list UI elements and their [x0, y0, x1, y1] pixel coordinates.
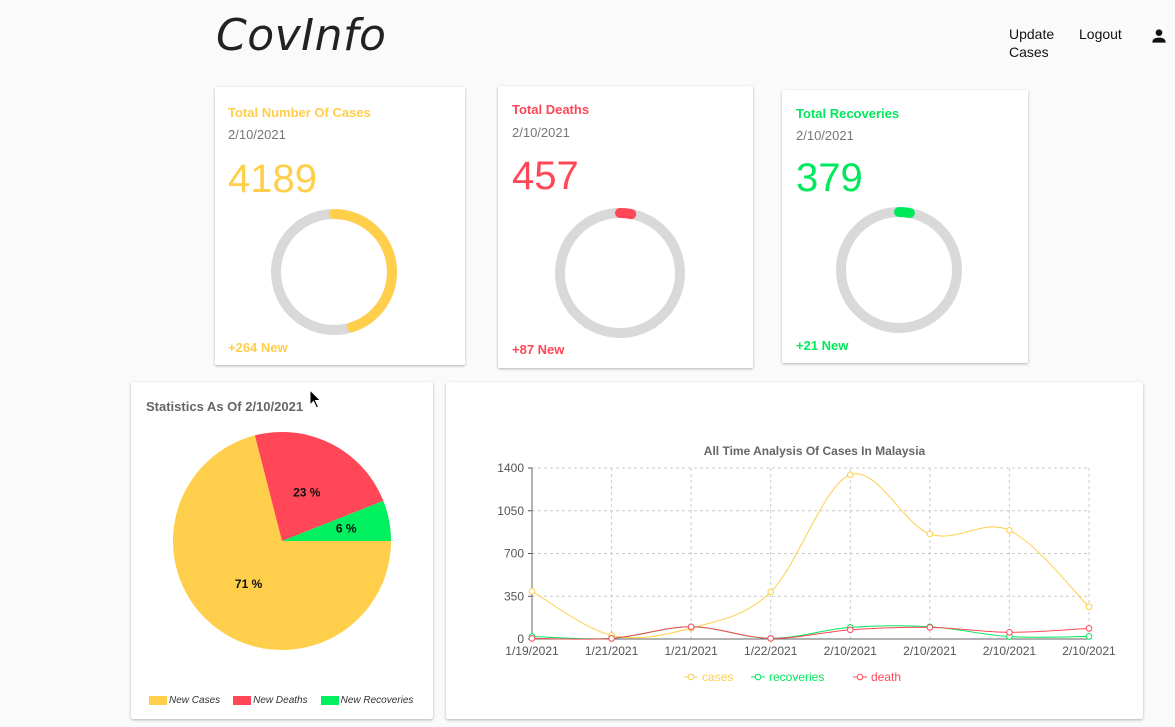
- data-point-cases: [926, 530, 934, 538]
- person-icon[interactable]: [1149, 26, 1169, 46]
- progress-ring-track: [836, 207, 962, 333]
- x-tick-label: 1/22/2021: [744, 644, 798, 658]
- y-tick-label: 350: [504, 589, 524, 603]
- legend-swatch: [320, 696, 339, 705]
- x-tick-label: 1/19/2021: [505, 644, 559, 658]
- app-logo[interactable]: CovInfo: [216, 10, 386, 61]
- data-point-death: [687, 623, 695, 631]
- legend-label-recoveries: recoveries: [769, 670, 824, 684]
- update-cases-label-line2: Cases: [1009, 44, 1049, 60]
- card-date: 2/10/2021: [512, 125, 570, 140]
- x-tick-label: 2/10/2021: [824, 644, 878, 658]
- card-new-count: +264 New: [228, 340, 288, 355]
- legend-swatch: [149, 696, 167, 705]
- x-tick-label: 1/21/2021: [664, 644, 718, 658]
- data-point-cases: [528, 588, 536, 595]
- x-tick-label: 2/10/2021: [983, 644, 1037, 658]
- card-value: 4189: [228, 157, 317, 201]
- series-line-death: [531, 626, 1090, 640]
- series-line-cases: [531, 473, 1090, 639]
- pie-slice-label: 6 %: [336, 522, 357, 536]
- line-chart-title: All Time Analysis Of Cases In Malaysia: [704, 444, 926, 458]
- progress-ring-track: [555, 208, 685, 338]
- update-cases-label-line1: Update: [1009, 26, 1055, 42]
- legend-marker-recoveries: [754, 673, 762, 681]
- card-new-count: +87 New: [512, 342, 565, 357]
- legend-label-death: death: [871, 670, 901, 684]
- analysis-panel: All Time Analysis Of Cases In Malaysia 0 3…: [446, 382, 1143, 719]
- progress-ring: [836, 207, 962, 333]
- card-title: Total Deaths: [512, 102, 590, 117]
- data-point-death: [608, 635, 615, 642]
- logout-link[interactable]: Logout: [1079, 25, 1122, 43]
- data-point-death: [846, 626, 854, 634]
- y-tick-label: 1050: [497, 504, 524, 518]
- data-point-death: [926, 624, 934, 631]
- card-new-count: +21 New: [796, 338, 849, 353]
- pie-slice-label: 23 %: [293, 485, 321, 499]
- card-value: 457: [512, 154, 579, 198]
- data-point-cases: [1006, 526, 1013, 534]
- legend-swatch: [233, 696, 252, 705]
- x-tick-label: 1/21/2021: [585, 644, 639, 658]
- card-value: 379: [796, 156, 863, 200]
- total-cases-card: Total Number Of Cases 2/10/2021 4189 +26…: [215, 87, 465, 365]
- legend-marker-death: [856, 673, 864, 681]
- line-chart: All Time Analysis Of Cases In Malaysia03…: [497, 444, 1116, 684]
- data-point-death: [528, 635, 536, 642]
- legend-label: New Recoveries: [340, 695, 414, 706]
- legend-label: New Cases: [169, 695, 221, 706]
- data-point-recoveries: [1085, 633, 1093, 640]
- card-title: Total Number Of Cases: [228, 105, 371, 120]
- update-cases-link[interactable]: Update Cases: [1009, 25, 1054, 61]
- data-point-cases: [767, 588, 775, 596]
- legend-item-new-deaths[interactable]: New Deaths: [233, 695, 308, 706]
- legend-item-new-cases[interactable]: New Cases: [149, 695, 220, 706]
- pie-chart: 71 % 23 % 6 %: [172, 432, 391, 650]
- progress-ring: [271, 209, 397, 335]
- card-title: Total Recoveries: [796, 106, 900, 121]
- data-point-death: [1006, 628, 1013, 636]
- legend-marker-cases: [687, 673, 695, 681]
- y-tick-label: 700: [504, 547, 524, 561]
- pie-legend: New Cases New Deaths New Recoveries: [149, 695, 426, 706]
- legend-label-cases: cases: [702, 670, 733, 684]
- data-point-cases: [1085, 603, 1093, 611]
- statistics-title: Statistics As Of 2/10/2021: [146, 399, 304, 414]
- x-tick-label: 2/10/2021: [903, 644, 957, 658]
- progress-ring: [555, 208, 685, 338]
- card-date: 2/10/2021: [228, 127, 286, 142]
- data-point-death: [1085, 625, 1093, 632]
- x-tick-label: 2/10/2021: [1062, 644, 1116, 658]
- pie-slice-label: 71 %: [235, 577, 263, 591]
- data-point-death: [767, 635, 775, 642]
- data-point-cases: [846, 471, 854, 479]
- y-tick-label: 1400: [497, 461, 524, 475]
- card-date: 2/10/2021: [796, 128, 854, 143]
- legend-item-new-recoveries[interactable]: New Recoveries: [320, 695, 414, 706]
- statistics-panel: Statistics As Of 2/10/2021 71 % 23 % 6 % N…: [131, 382, 433, 719]
- mouse-cursor-icon: [309, 389, 322, 409]
- legend-label: New Deaths: [253, 695, 308, 706]
- total-recoveries-card: Total Recoveries 2/10/2021 379 +21 New: [782, 90, 1028, 363]
- total-deaths-card: Total Deaths 2/10/2021 457 +87 New: [498, 86, 753, 368]
